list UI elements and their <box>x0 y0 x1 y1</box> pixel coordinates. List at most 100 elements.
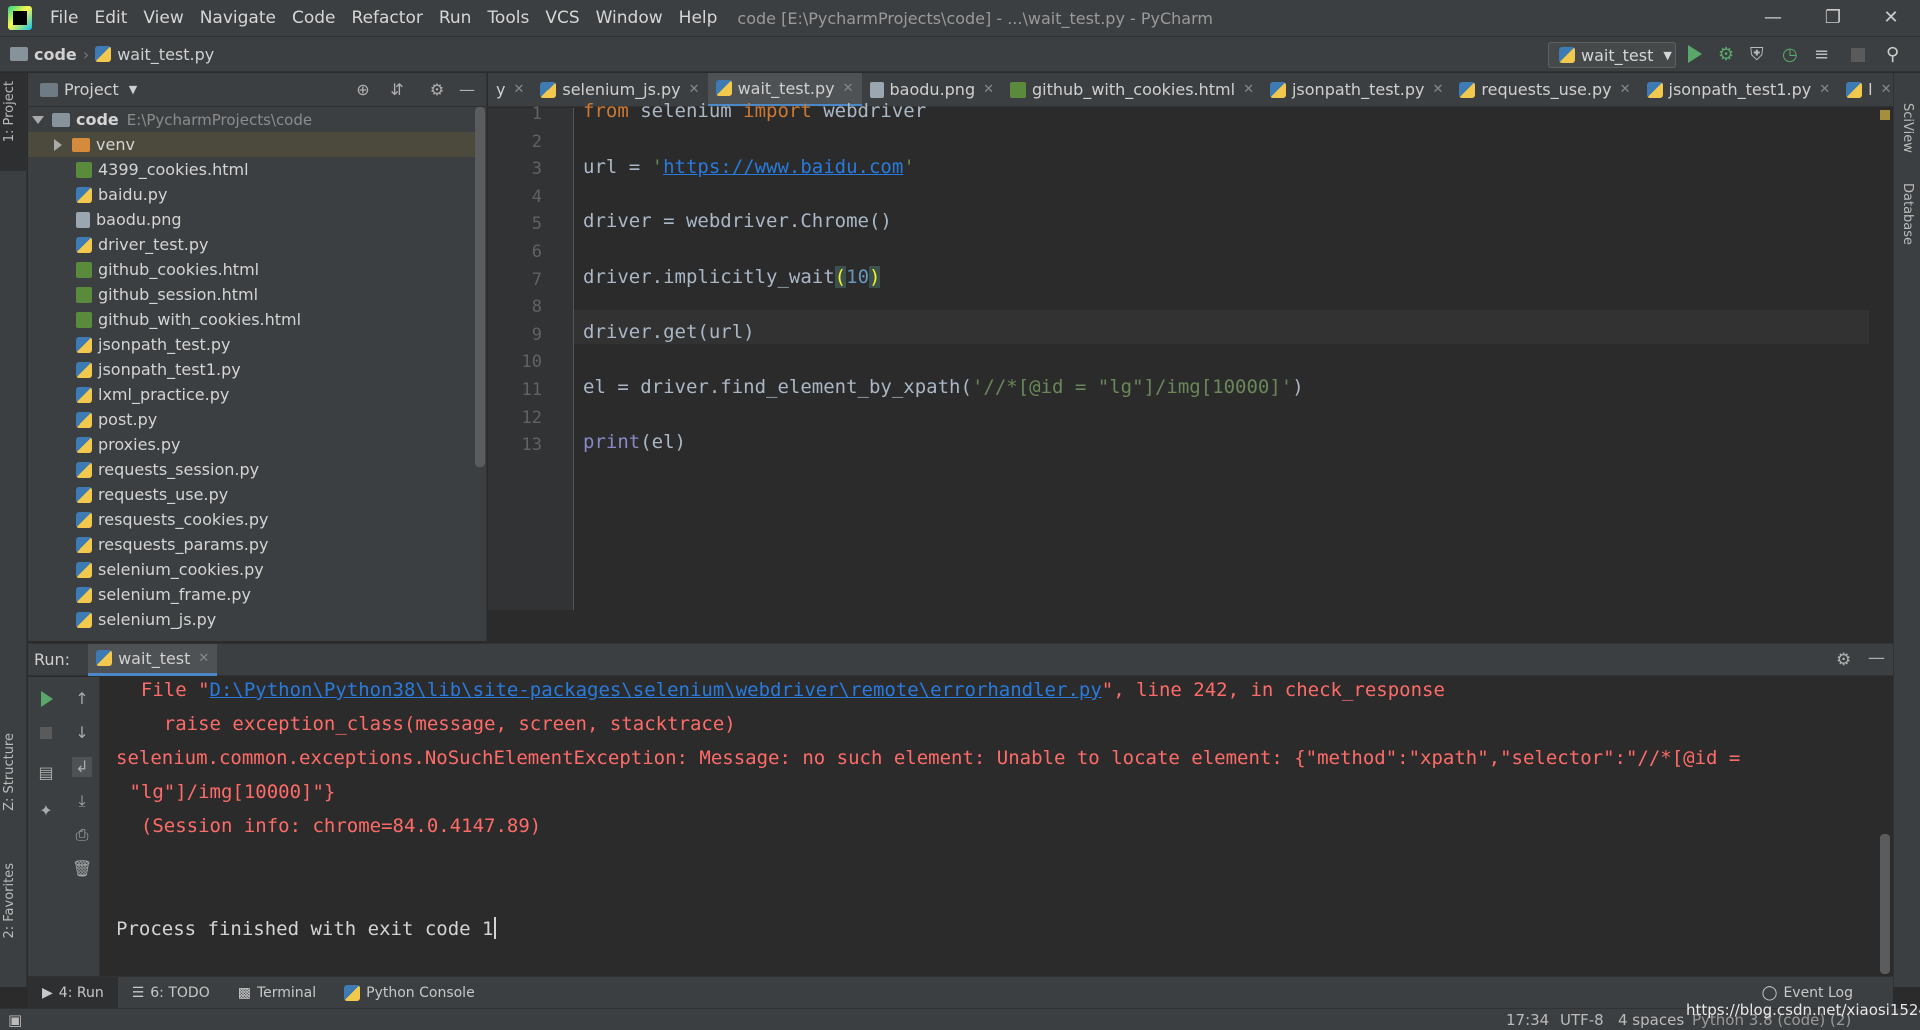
close-icon[interactable]: ✕ <box>1620 82 1631 97</box>
editor-tab[interactable]: github_with_cookies.html ✕ <box>1002 73 1262 106</box>
debug-button[interactable]: ⚙ <box>1718 45 1738 65</box>
caret-position[interactable]: 17:34 <box>1506 1011 1549 1029</box>
inspection-status-icon[interactable] <box>1880 110 1890 120</box>
tree-item-file[interactable]: requests_session.py <box>28 457 476 482</box>
close-icon[interactable]: ✕ <box>1881 82 1892 97</box>
menu-navigate[interactable]: Navigate <box>192 0 284 36</box>
tree-item-file[interactable]: github_session.html <box>28 282 476 307</box>
coverage-button[interactable]: ⛨ <box>1750 45 1770 65</box>
tree-item-venv[interactable]: venv <box>28 132 476 157</box>
hide-panel-icon[interactable]: — <box>458 81 476 99</box>
menu-vcs[interactable]: VCS <box>537 0 587 36</box>
run-tab-wait-test[interactable]: wait_test ✕ <box>88 643 218 676</box>
tree-item-file[interactable]: post.py <box>28 407 476 432</box>
tree-item-file[interactable]: github_cookies.html <box>28 257 476 282</box>
tab-database[interactable]: Database <box>1900 183 1915 245</box>
tree-item-file[interactable]: baodu.png <box>28 207 476 232</box>
build-button[interactable]: ≡ <box>1814 45 1834 65</box>
tree-item-file[interactable]: driver_test.py <box>28 232 476 257</box>
pin-icon[interactable]: ✦ <box>36 801 56 821</box>
layout-icon[interactable]: ▤ <box>36 763 56 783</box>
run-button[interactable] <box>1688 45 1708 65</box>
project-view-dropdown[interactable]: Project <box>64 80 119 99</box>
tree-item-file[interactable]: selenium_js.py <box>28 607 476 632</box>
breadcrumb-file[interactable]: wait_test.py <box>117 45 214 64</box>
stop-button[interactable] <box>1848 45 1868 65</box>
close-icon[interactable]: ✕ <box>1819 82 1830 97</box>
profile-button[interactable]: ◷ <box>1782 45 1802 65</box>
trash-icon[interactable]: 🗑 <box>72 859 92 879</box>
gear-icon[interactable]: ⚙ <box>1836 650 1851 670</box>
close-icon[interactable]: ✕ <box>983 82 994 97</box>
editor-scrollbar[interactable] <box>1879 108 1893 610</box>
close-icon[interactable]: ✕ <box>513 82 524 97</box>
code-editor[interactable]: 1 2 3 4 5 6 7 8 9 10 11 12 13 from selenium import w… <box>488 100 1893 610</box>
tree-item-file[interactable]: proxies.py <box>28 432 476 457</box>
tree-item-file[interactable]: lxml_practice.py <box>28 382 476 407</box>
print-icon[interactable]: ⎙ <box>72 825 92 845</box>
tool-tab-python-console[interactable]: Python Console <box>330 977 489 1009</box>
event-log-button[interactable]: ◯ Event Log <box>1762 985 1853 1001</box>
console-file-link[interactable]: D:\Python\Python38\lib\site-packages\sel… <box>210 679 1102 701</box>
locate-icon[interactable]: ⊕ <box>354 81 372 99</box>
tree-item-file[interactable]: requests_use.py <box>28 482 476 507</box>
editor-tab[interactable]: requests_use.py ✕ <box>1451 73 1638 106</box>
close-icon[interactable]: ✕ <box>689 82 700 97</box>
run-config-dropdown[interactable]: wait_test ▼ <box>1548 42 1676 68</box>
menu-window[interactable]: Window <box>588 0 671 36</box>
rerun-button[interactable] <box>36 689 56 709</box>
console-output[interactable]: File "D:\Python\Python38\lib\site-packag… <box>118 677 1863 976</box>
editor-tab[interactable]: y ✕ <box>488 73 532 106</box>
tree-item-file[interactable]: 4399_cookies.html <box>28 157 476 182</box>
menu-tools[interactable]: Tools <box>479 0 537 36</box>
tree-item-file[interactable]: selenium_frame.py <box>28 582 476 607</box>
menu-code[interactable]: Code <box>284 0 344 36</box>
scroll-to-end-icon[interactable]: ⤓ <box>72 791 92 811</box>
search-button[interactable]: ⚲ <box>1886 45 1906 65</box>
restore-button[interactable]: ❐ <box>1804 0 1862 36</box>
gear-icon[interactable]: ⚙ <box>428 81 446 99</box>
menu-file[interactable]: File <box>42 0 86 36</box>
tool-tab-terminal[interactable]: ▩ Terminal <box>224 977 330 1009</box>
tree-item-file[interactable]: resquests_params.py <box>28 532 476 557</box>
close-icon[interactable]: ✕ <box>1243 82 1254 97</box>
minimize-button[interactable]: — <box>1744 0 1802 36</box>
tree-item-file[interactable]: github_with_cookies.html <box>28 307 476 332</box>
close-icon[interactable]: ✕ <box>1433 82 1444 97</box>
url-link[interactable]: https://www.baidu.com <box>663 156 903 178</box>
menu-edit[interactable]: Edit <box>86 0 135 36</box>
editor-tab[interactable]: jsonpath_test.py ✕ <box>1262 73 1451 106</box>
tab-sciview[interactable]: SciView <box>1900 103 1915 153</box>
tree-item-file[interactable]: baidu.py <box>28 182 476 207</box>
tool-tab-run[interactable]: ▶ 4: Run <box>28 976 118 1009</box>
toggle-tool-windows-icon[interactable]: ▣ <box>8 1011 22 1029</box>
breadcrumb-project[interactable]: code <box>34 45 77 64</box>
tree-item-file[interactable]: selenium_cookies.py <box>28 557 476 582</box>
console-scrollbar[interactable] <box>1880 834 1890 974</box>
menu-view[interactable]: View <box>135 0 191 36</box>
indent-setting[interactable]: 4 spaces <box>1618 1011 1684 1029</box>
soft-wrap-icon[interactable]: ↲ <box>72 757 92 777</box>
editor-tab[interactable]: l ✕ <box>1838 73 1893 106</box>
file-encoding[interactable]: UTF-8 <box>1560 1011 1604 1029</box>
close-icon[interactable]: ✕ <box>843 81 854 96</box>
close-window-button[interactable]: ✕ <box>1862 0 1920 36</box>
tree-item-file[interactable]: jsonpath_test.py <box>28 332 476 357</box>
collapse-all-icon[interactable]: ⇵ <box>388 81 406 99</box>
tool-tab-todo[interactable]: ☰ 6: TODO <box>118 977 224 1009</box>
tree-scrollbar[interactable] <box>475 107 485 467</box>
tab-structure[interactable]: Z: Structure <box>2 733 17 811</box>
hide-panel-icon[interactable]: — <box>1868 648 1885 668</box>
menu-help[interactable]: Help <box>671 0 726 36</box>
stop-button[interactable] <box>36 723 56 743</box>
menu-refactor[interactable]: Refactor <box>344 0 431 36</box>
tree-root[interactable]: code E:\PycharmProjects\code <box>28 107 476 132</box>
arrow-up-icon[interactable]: ↑ <box>72 689 92 709</box>
close-icon[interactable]: ✕ <box>198 651 209 666</box>
editor-tab[interactable]: jsonpath_test1.py ✕ <box>1639 73 1839 106</box>
tree-item-file[interactable]: resquests_cookies.py <box>28 507 476 532</box>
menu-run[interactable]: Run <box>431 0 480 36</box>
tab-project[interactable]: 1: Project <box>2 81 17 142</box>
arrow-down-icon[interactable]: ↓ <box>72 723 92 743</box>
tree-item-file[interactable]: jsonpath_test1.py <box>28 357 476 382</box>
